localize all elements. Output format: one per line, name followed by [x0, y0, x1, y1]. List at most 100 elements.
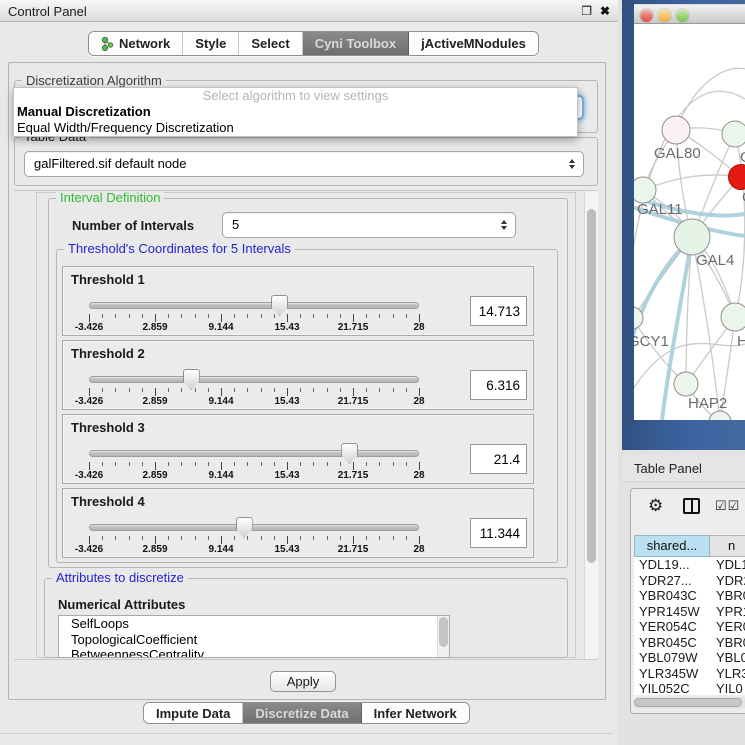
split-columns-icon[interactable]: [683, 498, 700, 514]
scrollbar-thumb[interactable]: [587, 209, 596, 563]
numerical-attributes-list[interactable]: SelfLoopsTopologicalCoefficientBetweenne…: [58, 615, 450, 658]
node-table-body: YDL19...YDL1YDR27...YDR2YBR043CYBR0YPR14…: [634, 557, 745, 695]
threshold-slider[interactable]: [89, 375, 419, 385]
network-node-GAL4[interactable]: [674, 219, 710, 255]
scrollbar-thumb[interactable]: [634, 698, 742, 707]
slider-track[interactable]: [89, 450, 419, 457]
threshold-slider[interactable]: [89, 301, 419, 311]
gear-icon[interactable]: ⚙: [648, 497, 663, 514]
table-row[interactable]: YLR345WYLR3: [634, 666, 745, 682]
axis-tick-label: 9.144: [208, 470, 233, 481]
cell-shared-name[interactable]: YBR045C: [634, 635, 710, 651]
cell-shared-name[interactable]: YPR145W: [634, 604, 710, 620]
cell-shared-name[interactable]: YBR043C: [634, 588, 710, 604]
cell-shared-name[interactable]: YLR345W: [634, 666, 710, 682]
slider-handle[interactable]: [236, 517, 253, 538]
network-node-GAL11[interactable]: [634, 177, 656, 203]
cell-shared-name[interactable]: YER054C: [634, 619, 710, 635]
slider-handle[interactable]: [271, 295, 288, 316]
slider-tick-labels: -3.4262.8599.14415.4321.71528: [89, 544, 419, 556]
network-view-canvas[interactable]: GAL80GCGAL11GAL4GCY1HHAP2: [634, 24, 745, 420]
threshold-slider[interactable]: [89, 449, 419, 459]
cell-name[interactable]: YPR1: [710, 604, 745, 620]
tab-infer-network-label: Infer Network: [374, 706, 457, 721]
tab-impute-data[interactable]: Impute Data: [144, 703, 243, 723]
option-equal-width-frequency[interactable]: Equal Width/Frequency Discretization: [14, 120, 577, 136]
table-row[interactable]: YIL052CYIL0: [634, 681, 745, 695]
slider-tick-labels: -3.4262.8599.14415.4321.71528: [89, 396, 419, 408]
tab-jactivemnodules[interactable]: jActiveMNodules: [409, 32, 538, 55]
cell-shared-name[interactable]: YBL079W: [634, 650, 710, 666]
cell-name[interactable]: YLR3: [710, 666, 745, 682]
float-window-icon[interactable]: ❐: [581, 4, 592, 18]
tab-infer-network[interactable]: Infer Network: [362, 703, 469, 723]
cell-name[interactable]: YDR2: [710, 573, 745, 589]
slider-track[interactable]: [89, 376, 419, 383]
attribute-item[interactable]: TopologicalCoefficient: [59, 632, 449, 648]
network-edge[interactable]: [643, 175, 741, 190]
vertical-scrollbar[interactable]: [584, 191, 598, 659]
column-header-shared-name[interactable]: shared...: [634, 535, 710, 557]
checkbox-icons[interactable]: ☑☑: [715, 498, 740, 514]
attribute-item[interactable]: BetweennessCentrality: [59, 647, 449, 658]
close-traffic-light-icon[interactable]: [640, 9, 653, 22]
table-row[interactable]: YER054CYER0: [634, 619, 745, 635]
table-data-combobox[interactable]: galFiltered.sif default node: [24, 151, 584, 177]
table-row[interactable]: YBL079WYBL0: [634, 650, 745, 666]
list-scrollbar[interactable]: [437, 616, 449, 657]
scrollbar-thumb[interactable]: [439, 617, 448, 647]
slider-track[interactable]: [89, 302, 419, 309]
cell-name[interactable]: YER0: [710, 619, 745, 635]
threshold-value-input[interactable]: [470, 518, 527, 548]
threshold-slider[interactable]: [89, 523, 419, 533]
table-row[interactable]: YPR145WYPR1: [634, 604, 745, 620]
table-row[interactable]: YBR045CYBR0: [634, 635, 745, 651]
network-node-HAP2[interactable]: [674, 372, 698, 396]
table-row[interactable]: YBR043CYBR0: [634, 588, 745, 604]
network-node-node-bottom[interactable]: [709, 411, 731, 420]
cyni-bottom-tabs: Impute Data Discretize Data Infer Networ…: [143, 702, 470, 724]
apply-button[interactable]: Apply: [270, 671, 336, 692]
table-row[interactable]: YDR27...YDR2: [634, 573, 745, 589]
column-header-name[interactable]: n: [710, 535, 745, 557]
algorithm-dropdown-popup: Select algorithm to view settings Manual…: [13, 87, 578, 137]
option-manual-discretization[interactable]: Manual Discretization: [14, 104, 577, 120]
network-window-titlebar[interactable]: [634, 4, 745, 24]
slider-track[interactable]: [89, 524, 419, 531]
cell-shared-name[interactable]: YDL19...: [634, 557, 710, 573]
slider-ticks: [89, 388, 419, 396]
network-node-node-right[interactable]: [721, 303, 745, 331]
slider-handle[interactable]: [183, 369, 200, 390]
minimize-traffic-light-icon[interactable]: [658, 9, 671, 22]
threshold-value-input[interactable]: [470, 370, 527, 400]
discretization-algorithm-label: Discretization Algorithm: [22, 74, 166, 88]
zoom-traffic-light-icon[interactable]: [676, 9, 689, 22]
cell-shared-name[interactable]: YDR27...: [634, 573, 710, 589]
threshold-value-input[interactable]: [470, 444, 527, 474]
threshold-label: Threshold 4: [71, 494, 145, 509]
tab-network[interactable]: Network: [89, 32, 183, 55]
cell-name[interactable]: YBR0: [710, 588, 745, 604]
threshold-value-input[interactable]: [470, 296, 527, 326]
close-icon[interactable]: ✖: [600, 4, 610, 18]
number-of-intervals-spinner[interactable]: 5: [222, 212, 516, 238]
slider-handle[interactable]: [341, 443, 358, 464]
attribute-item[interactable]: SelfLoops: [59, 616, 449, 632]
numerical-attributes-label: Numerical Attributes: [58, 597, 185, 612]
network-node-node-top-right[interactable]: [722, 121, 745, 147]
table-row[interactable]: YDL19...YDL1: [634, 557, 745, 573]
cell-name[interactable]: YIL0: [710, 681, 745, 695]
tab-style[interactable]: Style: [183, 32, 239, 55]
network-node-label: GAL4: [696, 252, 734, 269]
cell-name[interactable]: YBR0: [710, 635, 745, 651]
tab-select[interactable]: Select: [239, 32, 302, 55]
network-node-GAL80[interactable]: [662, 116, 690, 144]
horizontal-scrollbar[interactable]: [633, 697, 745, 709]
cell-shared-name[interactable]: YIL052C: [634, 681, 710, 695]
tab-discretize-data[interactable]: Discretize Data: [243, 703, 361, 723]
tab-cyni-toolbox[interactable]: Cyni Toolbox: [303, 32, 409, 55]
cell-name[interactable]: YDL1: [710, 557, 745, 573]
algorithm-hint: Select algorithm to view settings: [14, 88, 577, 104]
cell-name[interactable]: YBL0: [710, 650, 745, 666]
number-of-intervals-label: Number of Intervals: [72, 218, 194, 233]
